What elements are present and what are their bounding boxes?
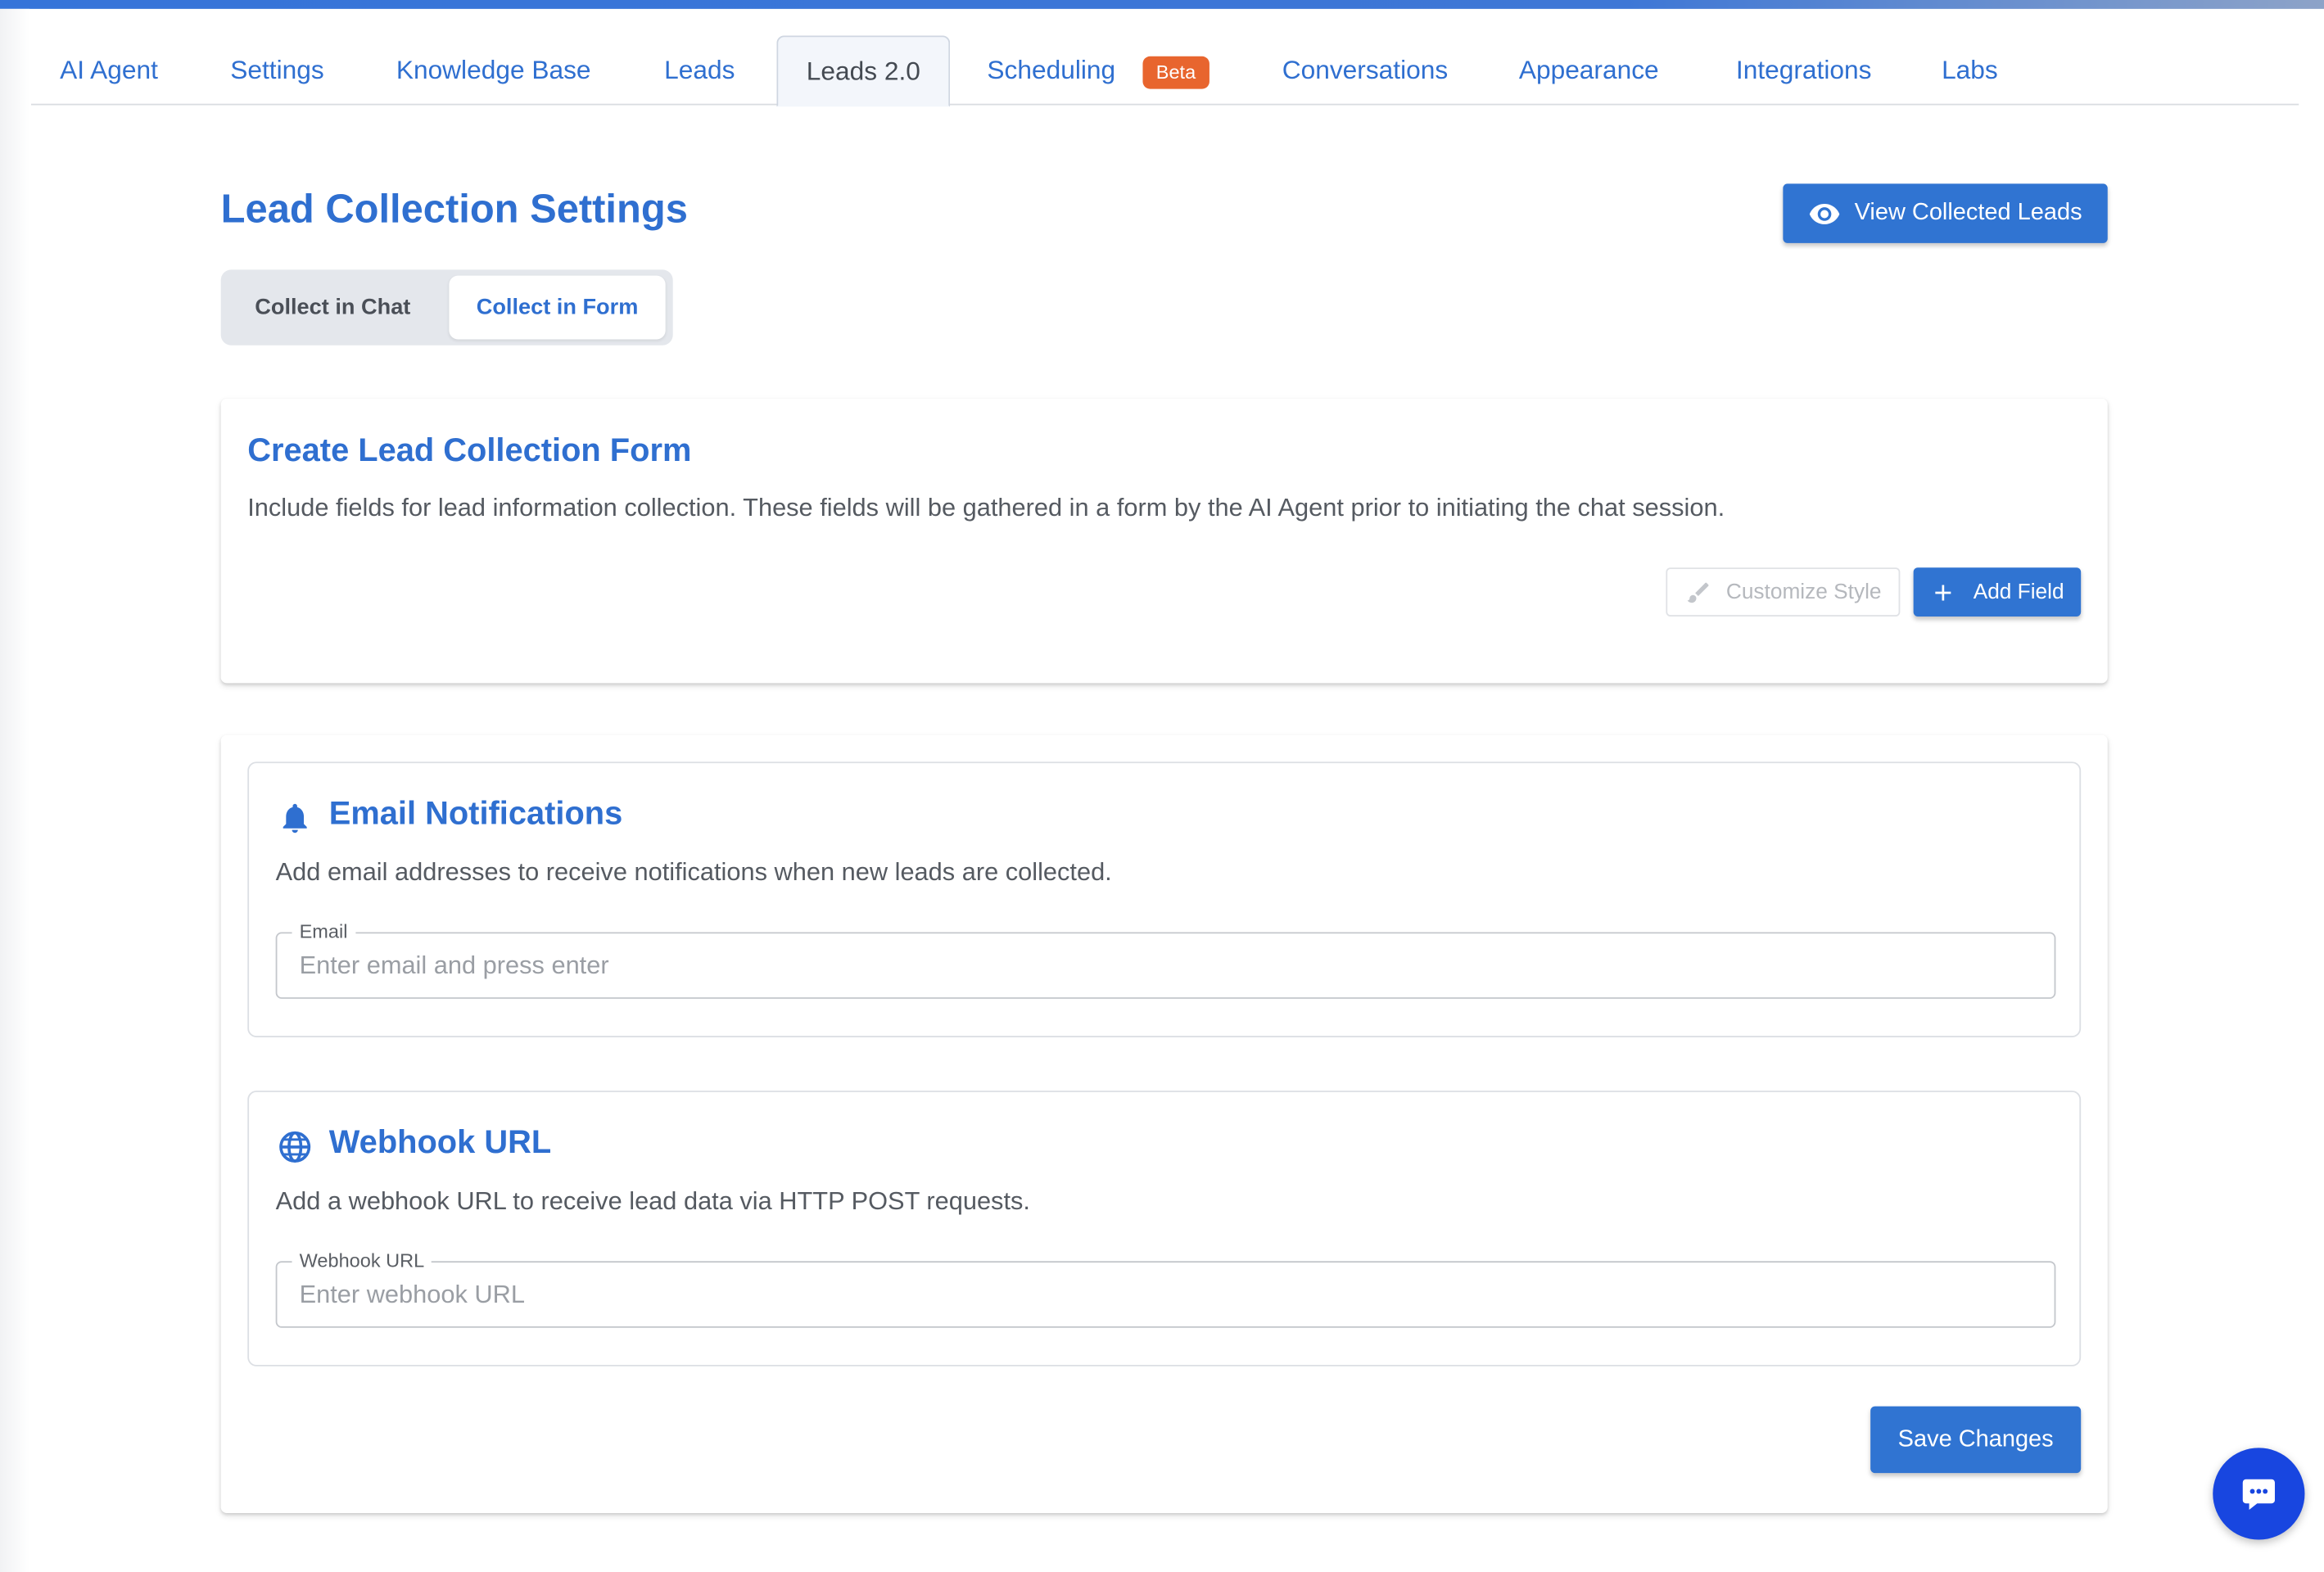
tab-integrations[interactable]: Integrations — [1720, 35, 1887, 105]
tab-ai-agent[interactable]: AI Agent — [31, 35, 187, 105]
app-root: AI Agent Settings Knowledge Base Leads L… — [0, 0, 2324, 1572]
add-field-label: Add Field — [1973, 580, 2064, 604]
chat-bubble-icon — [2242, 1479, 2275, 1511]
email-field: Email — [275, 919, 2056, 999]
view-collected-leads-button[interactable]: View Collected Leads — [1783, 183, 2108, 243]
email-field-label: Email — [292, 919, 355, 944]
webhook-title: Webhook URL — [328, 1123, 552, 1161]
lead-form-title: Create Lead Collection Form — [247, 431, 692, 468]
tab-knowledge-base[interactable]: Knowledge Base — [375, 35, 613, 105]
globe-icon — [279, 1131, 311, 1163]
email-notifications-title: Email Notifications — [328, 794, 623, 832]
lead-form-description: Include fields for lead information coll… — [247, 493, 1725, 522]
customize-style-button[interactable]: Customize Style — [1666, 567, 1901, 617]
left-gutter — [0, 8, 30, 1572]
eye-icon — [1810, 204, 1840, 224]
save-changes-button[interactable]: Save Changes — [1870, 1406, 2082, 1474]
notifications-card: Email Notifications Add email addresses … — [220, 734, 2108, 1513]
tab-bar: AI Agent Settings Knowledge Base Leads L… — [31, 35, 2299, 107]
beta-badge: Beta — [1142, 56, 1209, 89]
webhook-url-field: Webhook URL — [275, 1249, 2056, 1328]
email-notifications-section: Email Notifications Add email addresses … — [247, 761, 2082, 1037]
tab-conversations[interactable]: Conversations — [1270, 35, 1460, 105]
tab-leads[interactable]: Leads — [639, 35, 760, 105]
bell-icon — [283, 803, 307, 833]
top-accent-bar — [0, 0, 2324, 9]
tab-scheduling-label: Scheduling — [987, 54, 1116, 85]
webhook-section: Webhook URL Add a webhook URL to receive… — [247, 1091, 2082, 1366]
chat-launcher-button[interactable] — [2213, 1448, 2305, 1540]
webhook-url-input[interactable] — [299, 1278, 2019, 1312]
add-field-button[interactable]: Add Field — [1913, 567, 2082, 617]
collection-mode-toggle: Collect in Chat Collect in Form — [220, 269, 673, 346]
tab-appearance[interactable]: Appearance — [1508, 35, 1671, 105]
webhook-description: Add a webhook URL to receive lead data v… — [275, 1186, 1030, 1216]
collect-in-form-option[interactable]: Collect in Form — [449, 275, 666, 340]
tab-leads-2-0[interactable]: Leads 2.0 — [776, 35, 951, 107]
email-notifications-description: Add email addresses to receive notificat… — [275, 857, 1112, 887]
collect-in-chat-option[interactable]: Collect in Chat — [227, 276, 439, 340]
page-title: Lead Collection Settings — [220, 187, 688, 232]
lead-form-card: Create Lead Collection Form Include fiel… — [220, 398, 2108, 684]
view-collected-leads-label: View Collected Leads — [1854, 200, 2082, 226]
webhook-url-label: Webhook URL — [292, 1249, 432, 1273]
tab-labs[interactable]: Labs — [1928, 35, 2011, 105]
plus-icon — [1935, 584, 1951, 600]
customize-style-label: Customize Style — [1725, 580, 1882, 604]
email-input[interactable] — [299, 950, 2019, 982]
tab-settings[interactable]: Settings — [197, 35, 357, 105]
brush-icon — [1686, 581, 1708, 603]
